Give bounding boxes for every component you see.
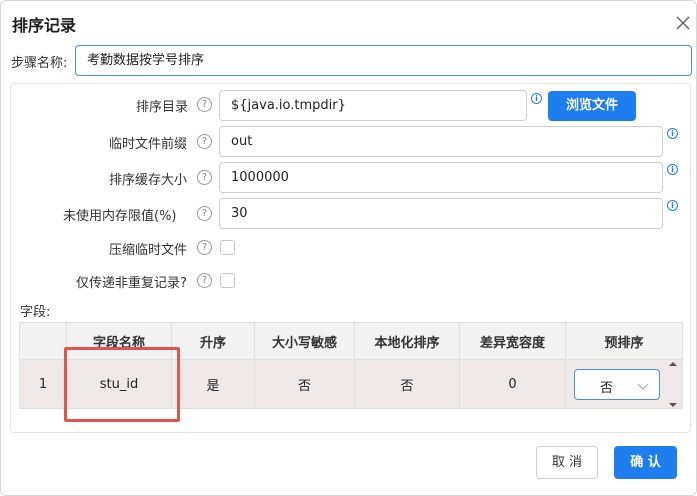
info-icon[interactable]: i — [667, 200, 678, 211]
tmp-prefix-input[interactable]: out — [219, 126, 663, 157]
tmp-prefix-label: 临时文件前缀 — [109, 137, 188, 152]
column-header-collator[interactable]: 本地化排序 — [355, 323, 460, 359]
help-icon[interactable]: ? — [197, 240, 212, 255]
column-header-case-sensitive[interactable]: 大小写敏感 — [255, 323, 355, 359]
step-name-label: 步骤名称: — [11, 56, 68, 71]
table-header: 字段名称 升序 大小写敏感 本地化排序 差异宽容度 预排序 — [20, 323, 682, 360]
sort-dir-label: 排序目录 — [136, 100, 189, 115]
unique-only-checkbox[interactable] — [220, 273, 235, 288]
free-mem-label: 未使用内存限值(%) — [63, 209, 177, 224]
help-icon[interactable]: ? — [197, 170, 212, 185]
scroll-down-arrow-icon[interactable] — [669, 398, 677, 407]
help-icon[interactable]: ? — [197, 206, 212, 221]
info-icon[interactable]: i — [531, 93, 542, 104]
help-icon[interactable]: ? — [197, 134, 212, 149]
column-header-tolerance[interactable]: 差异宽容度 — [460, 323, 566, 359]
help-icon[interactable]: ? — [197, 273, 212, 288]
sort-dir-input[interactable]: ${java.io.tmpdir} — [219, 90, 527, 121]
sort-buffer-label: 排序缓存大小 — [109, 173, 188, 188]
ok-button[interactable]: 确 认 — [614, 446, 677, 479]
presorted-select[interactable]: 否 — [574, 369, 660, 400]
sort-buffer-input[interactable]: 1000000 — [219, 162, 663, 193]
cancel-button[interactable]: 取 消 — [536, 446, 598, 479]
case-sensitive-cell[interactable]: 否 — [255, 360, 355, 408]
fields-table: 字段名称 升序 大小写敏感 本地化排序 差异宽容度 预排序 1 stu_id 是… — [19, 322, 683, 409]
column-header-num — [20, 323, 67, 359]
table-row[interactable]: 1 stu_id 是 否 否 0 否 — [20, 360, 682, 408]
fields-label: 字段: — [20, 305, 51, 320]
scroll-up-arrow-icon[interactable] — [669, 357, 677, 366]
browse-button[interactable]: 浏览文件 — [548, 91, 636, 121]
compress-label: 压缩临时文件 — [109, 243, 188, 258]
ascending-cell[interactable]: 是 — [172, 360, 255, 408]
field-name-cell[interactable]: stu_id — [67, 360, 172, 408]
compress-checkbox[interactable] — [220, 240, 235, 255]
dialog-title: 排序记录 — [12, 16, 77, 35]
free-mem-input[interactable]: 30 — [219, 198, 663, 229]
chevron-down-icon — [637, 380, 649, 390]
unique-only-label: 仅传递非重复记录? — [76, 276, 187, 291]
close-icon[interactable] — [673, 13, 693, 33]
info-icon[interactable]: i — [667, 128, 678, 139]
sort-rows-dialog: 排序记录 步骤名称: 考勤数据按学号排序 排序目录 ? ${java.io.tm… — [0, 0, 697, 496]
tolerance-cell[interactable]: 0 — [460, 360, 566, 408]
info-icon[interactable]: i — [667, 164, 678, 175]
step-name-input[interactable]: 考勤数据按学号排序 — [75, 45, 692, 76]
row-number: 1 — [20, 360, 67, 408]
help-icon[interactable]: ? — [197, 97, 212, 112]
column-header-name[interactable]: 字段名称 — [67, 323, 172, 359]
presorted-select-value: 否 — [600, 381, 614, 396]
column-header-presorted[interactable]: 预排序 — [566, 323, 682, 359]
column-header-ascending[interactable]: 升序 — [172, 323, 255, 359]
collator-cell[interactable]: 否 — [355, 360, 460, 408]
